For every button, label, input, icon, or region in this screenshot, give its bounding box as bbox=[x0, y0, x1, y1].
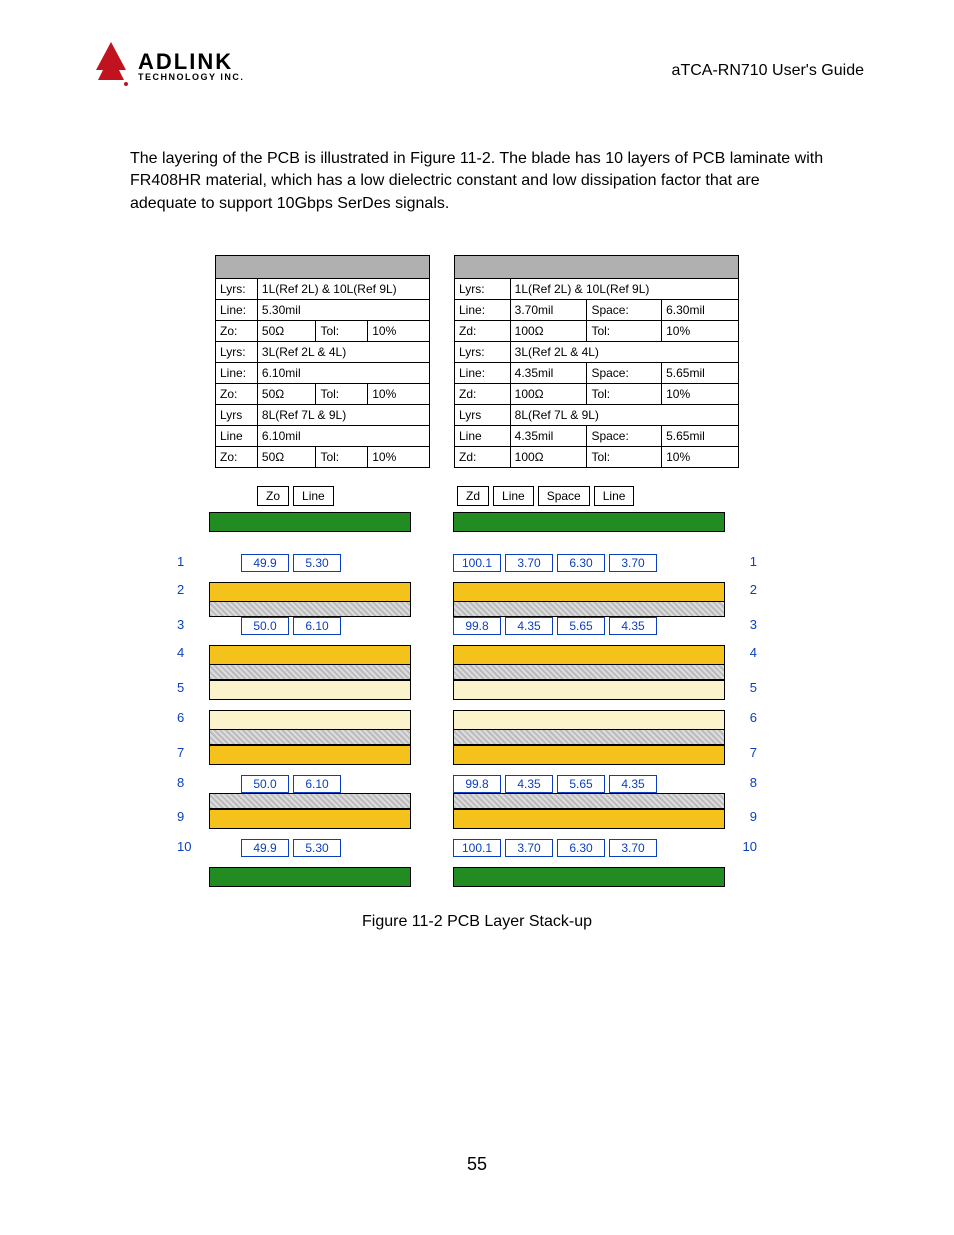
right-col-label-zd: Zd bbox=[457, 486, 489, 506]
right-col-label-line1: Line bbox=[493, 486, 534, 506]
logo: ADLINK TECHNOLOGY INC. bbox=[90, 40, 244, 93]
left-spec-table: Lyrs:1L(Ref 2L) & 10L(Ref 9L) Line:5.30m… bbox=[215, 255, 430, 468]
figure-11-2: Lyrs:1L(Ref 2L) & 10L(Ref 9L) Line:5.30m… bbox=[197, 255, 757, 931]
body-paragraph: The layering of the PCB is illustrated i… bbox=[0, 93, 954, 215]
logo-text-main: ADLINK bbox=[138, 51, 244, 73]
document-title: aTCA-RN710 User's Guide bbox=[672, 40, 864, 80]
right-spec-table: Lyrs:1L(Ref 2L) & 10L(Ref 9L) Line:3.70m… bbox=[454, 255, 739, 468]
left-col-label-zo: Zo bbox=[257, 486, 289, 506]
left-col-label-line: Line bbox=[293, 486, 334, 506]
page-number: 55 bbox=[0, 1154, 954, 1175]
right-col-label-line2: Line bbox=[594, 486, 635, 506]
figure-caption: Figure 11-2 PCB Layer Stack-up bbox=[197, 913, 757, 931]
logo-icon bbox=[90, 40, 132, 93]
logo-text-sub: TECHNOLOGY INC. bbox=[138, 73, 244, 82]
right-col-label-space: Space bbox=[538, 486, 590, 506]
